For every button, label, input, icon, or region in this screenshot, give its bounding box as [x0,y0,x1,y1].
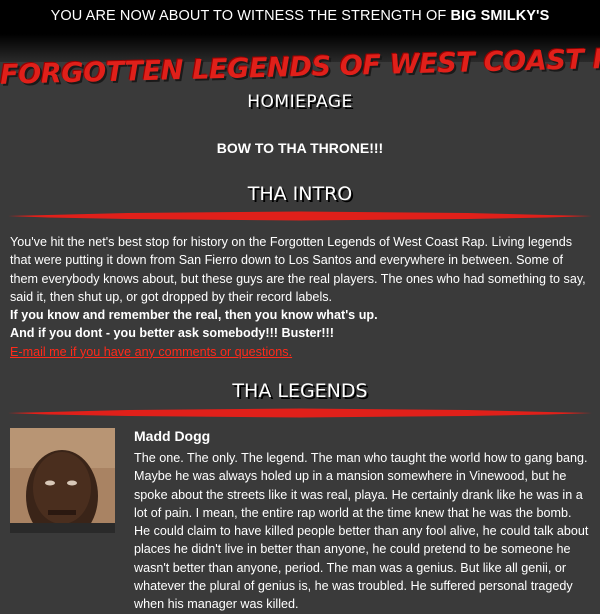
intro-heading: THA INTRO [247,183,353,205]
intro-bold-line-2: And if you dont - you better ask somebod… [10,326,334,341]
brush-divider-intro [8,211,592,221]
legends-heading: THA LEGENDS [232,380,368,402]
intro-bold-line-1: If you know and remember the real, then … [10,308,378,323]
madd-dogg-portrait [10,428,115,533]
intro-content: You've hit the net's best stop for histo… [10,233,592,361]
site-subtitle: HOMIEPAGE [247,92,353,112]
intro-paragraph: You've hit the net's best stop for histo… [10,235,586,304]
brush-divider-legends [8,408,592,418]
tagline-bold: BIG SMILKY'S [450,8,550,24]
email-link[interactable]: E-mail me if you have any comments or qu… [10,345,292,359]
tagline-prefix: YOU ARE NOW ABOUT TO WITNESS THE STRENGT… [50,8,447,24]
legend-bio: The one. The only. The legend. The man w… [134,451,589,612]
bow-text: BOW TO THA THRONE!!! [216,140,384,156]
legend-name: Madd Dogg [134,428,211,444]
tagline: YOU ARE NOW ABOUT TO WITNESS THE STRENGT… [0,8,600,24]
